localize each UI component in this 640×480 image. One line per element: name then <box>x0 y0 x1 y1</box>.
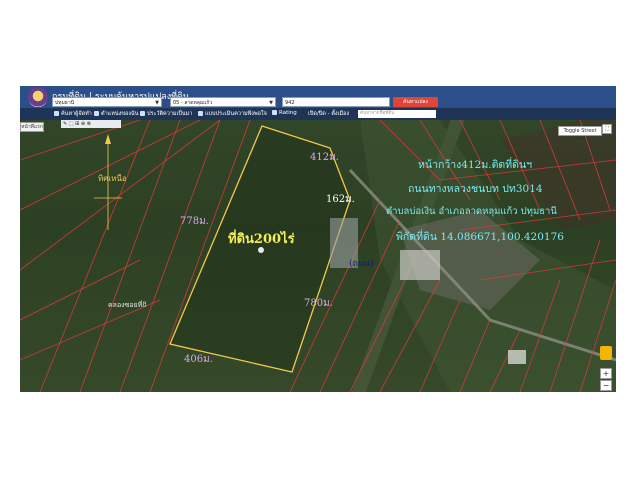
zoom-out-button[interactable]: − <box>600 380 612 391</box>
info-line-3: ตำบลบ่อเงิน อำเภอลาดหลุมแก้ว ปทุมธานี <box>386 206 557 217</box>
toolbar-item-history[interactable]: ประวัติความเป็นมา <box>140 110 192 118</box>
info-line-2: ถนนทางหลวงชนบท ปท3014 <box>408 183 543 195</box>
province-select[interactable]: ปทุมธานี ▼ <box>52 97 162 107</box>
toolbar: ค้นหาผู้จัดทำ ตำแหน่งของฉัน ประวัติความเ… <box>20 108 616 120</box>
search-parcel-button[interactable]: ค้นหาแปลง <box>393 97 438 107</box>
toolbar-search-input[interactable]: ค้นหาจากชื่อที่ดิน <box>358 110 436 118</box>
survey-icon <box>198 111 203 116</box>
toolbar-item-toggle-city[interactable]: เปิด/ปิด - ตั้งเมือง <box>308 110 349 118</box>
measure-right-top: 162ม. <box>326 194 355 205</box>
north-label: ทิศเหนือ <box>98 174 127 183</box>
parcel-value: 942 <box>285 100 295 106</box>
toolbar-item-my-location[interactable]: ตำแหน่งของฉัน <box>94 110 139 118</box>
info-line-1: หน้ากว้าง412ม.ติดที่ดินฯ <box>418 159 533 171</box>
road-label: (ถนน) <box>349 259 374 269</box>
province-value: ปทุมธานี <box>55 100 75 106</box>
info-line-4: พิกัดที่ดิน 14.086671,100.420176 <box>396 231 564 243</box>
location-icon <box>94 111 99 116</box>
zoom-in-button[interactable]: + <box>600 368 612 379</box>
land-map-app: กรมที่ดิน | ระบบค้นหารูปแปลงที่ดิน ปทุมธ… <box>20 86 616 392</box>
area-label: ที่ดิน200ไร่ <box>228 232 295 247</box>
search-icon <box>54 111 59 116</box>
canal-label: คลองซอยที่8 <box>108 301 147 309</box>
chevron-down-icon: ▼ <box>155 100 159 106</box>
chevron-down-icon: ▼ <box>269 100 273 106</box>
district-value: 05 - ลาดหลุมแก้ว <box>173 100 213 106</box>
map-draw-tools[interactable]: ✎ ⬚ ⊞ ⊕ ⊗ <box>61 120 121 128</box>
info-icon <box>140 111 145 116</box>
toolbar-item-search-author[interactable]: ค้นหาผู้จัดทำ <box>54 110 92 118</box>
measure-right: 780ม. <box>304 298 333 309</box>
star-icon <box>272 110 277 115</box>
district-select[interactable]: 05 - ลาดหลุมแก้ว ▼ <box>170 97 276 107</box>
home-button[interactable]: หน้าที่แรก <box>20 122 44 132</box>
parcel-input[interactable]: 942 <box>282 97 390 107</box>
street-view-toggle[interactable]: Toggle Street View <box>558 126 602 142</box>
pegman-icon[interactable] <box>600 346 612 360</box>
measure-top: 412ม. <box>310 152 339 163</box>
fullscreen-button[interactable]: ⛶ <box>602 124 612 134</box>
measure-bottom: 406ม. <box>184 354 213 365</box>
measure-left: 778ม. <box>180 216 209 227</box>
toolbar-item-survey[interactable]: แบบประเมินความพึงพอใจ <box>198 110 267 118</box>
toolbar-item-rating[interactable]: Rating <box>272 110 297 116</box>
satellite-map[interactable]: หน้าที่แรก ✎ ⬚ ⊞ ⊕ ⊗ Toggle Street View … <box>20 120 616 392</box>
